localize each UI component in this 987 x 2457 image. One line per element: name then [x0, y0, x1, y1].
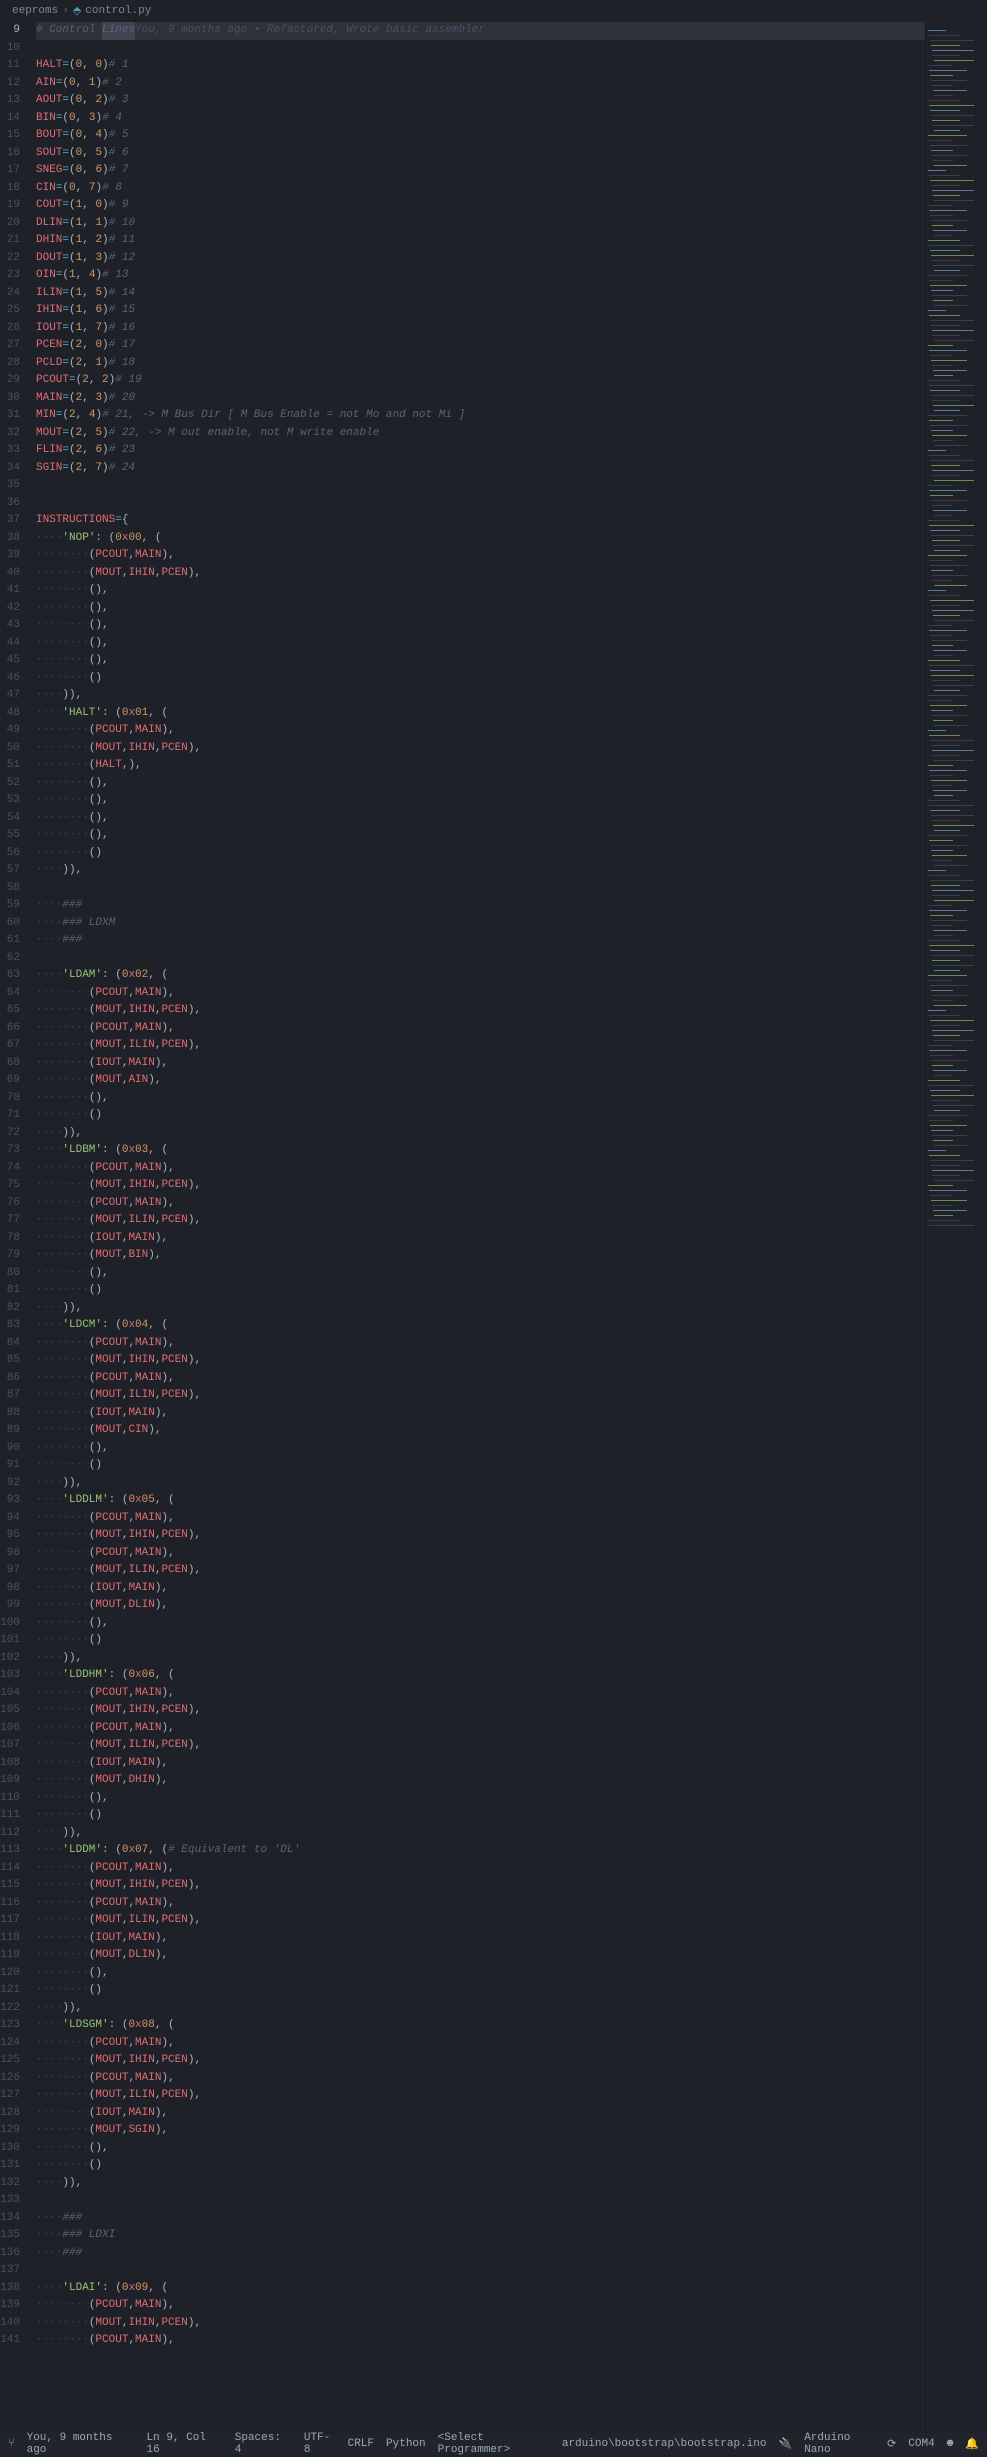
plug-icon[interactable]: 🔌: [778, 2437, 792, 2451]
statusbar: ⑂ You, 9 months ago Ln 9, Col 16 Spaces:…: [0, 2433, 987, 2455]
bell-icon[interactable]: 🔔: [965, 2437, 979, 2451]
line-gutter[interactable]: 9101112131415161718192021222324252627282…: [0, 22, 28, 2433]
breadcrumb-folder[interactable]: eeproms: [12, 5, 58, 17]
feedback-icon[interactable]: ☻: [947, 2438, 954, 2450]
language-status[interactable]: Python: [386, 2438, 426, 2450]
sync-icon[interactable]: ⟳: [887, 2437, 896, 2451]
source-control-icon[interactable]: ⑂: [8, 2438, 15, 2450]
encoding-status[interactable]: UTF-8: [304, 2432, 336, 2456]
cursor-position[interactable]: Ln 9, Col 16: [147, 2432, 223, 2456]
indent-status[interactable]: Spaces: 4: [235, 2432, 292, 2456]
board-status[interactable]: Arduino Nano: [804, 2432, 875, 2456]
editor[interactable]: 9101112131415161718192021222324252627282…: [0, 22, 987, 2433]
code-area[interactable]: # Control Lines You, 9 months ago • Refa…: [28, 22, 925, 2433]
python-file-icon: ⬘: [73, 4, 81, 18]
minimap[interactable]: [925, 22, 987, 2433]
programmer-status[interactable]: <Select Programmer>: [438, 2432, 550, 2456]
breadcrumb-file[interactable]: control.py: [85, 5, 151, 17]
sketch-status[interactable]: arduino\bootstrap\bootstrap.ino: [562, 2438, 767, 2450]
eol-status[interactable]: CRLF: [348, 2438, 374, 2450]
blame-status[interactable]: You, 9 months ago: [27, 2432, 135, 2456]
breadcrumb-sep-icon: ›: [62, 5, 69, 17]
port-status[interactable]: COM4: [908, 2438, 934, 2450]
breadcrumb[interactable]: eeproms › ⬘ control.py: [0, 0, 987, 22]
